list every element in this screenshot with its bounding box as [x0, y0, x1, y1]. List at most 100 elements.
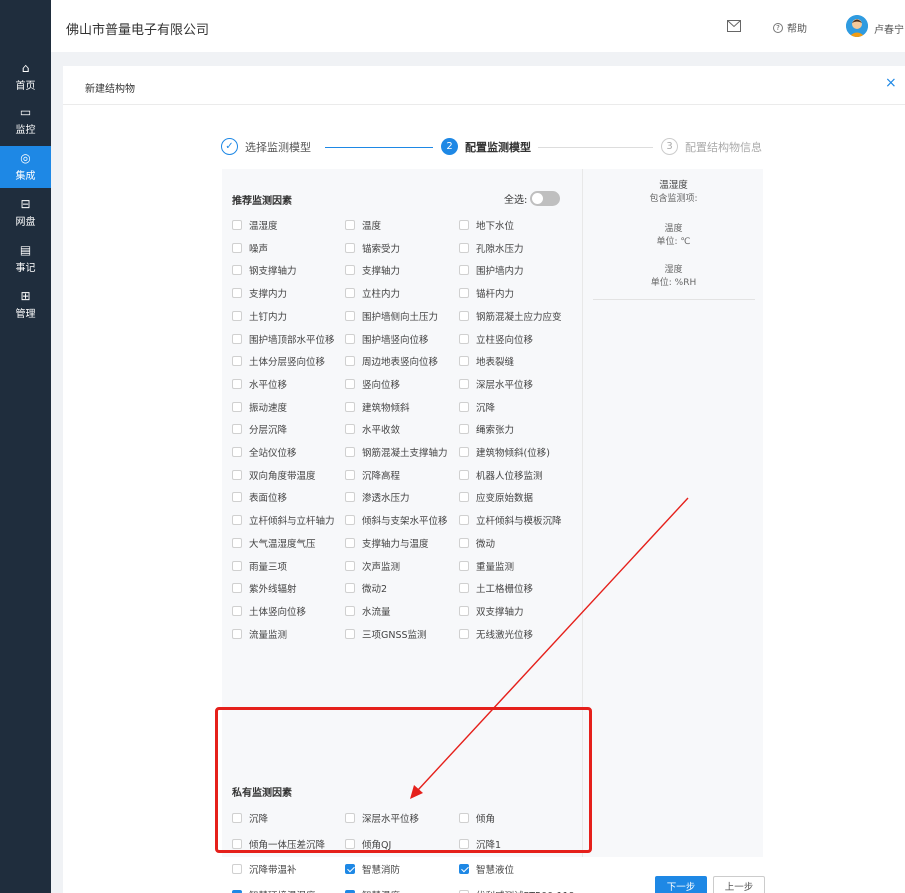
sidebar-item-events[interactable]: ▤ 事记 — [0, 238, 51, 280]
private-factor-checkbox[interactable]: 智慧环境温湿度 — [232, 888, 316, 893]
checkbox-icon[interactable] — [459, 424, 469, 435]
recommended-factor-checkbox[interactable]: 支撑轴力与温度 — [345, 536, 429, 550]
checkbox-icon[interactable] — [232, 583, 242, 594]
checkbox-icon[interactable] — [459, 288, 469, 299]
checked-checkbox-icon[interactable] — [232, 889, 242, 893]
checkbox-icon[interactable] — [232, 333, 242, 344]
private-factor-checkbox[interactable]: 沉降带温补 — [232, 862, 297, 876]
checkbox-icon[interactable] — [232, 356, 242, 367]
private-factor-checkbox[interactable]: 智慧温度 — [345, 888, 400, 893]
close-icon[interactable]: × — [885, 75, 897, 91]
recommended-factor-checkbox[interactable]: 钢筋混凝土应力应变 — [459, 309, 562, 323]
checkbox-icon[interactable] — [459, 242, 469, 253]
checkbox-icon[interactable] — [232, 628, 242, 639]
recommended-factor-checkbox[interactable]: 全站仪位移 — [232, 445, 297, 459]
checkbox-icon[interactable] — [232, 864, 242, 874]
checkbox-icon[interactable] — [459, 628, 469, 639]
recommended-factor-checkbox[interactable]: 次声监测 — [345, 559, 400, 573]
recommended-factor-checkbox[interactable]: 土体分层竖向位移 — [232, 354, 325, 368]
recommended-factor-checkbox[interactable]: 锚索受力 — [345, 241, 400, 255]
checkbox-icon[interactable] — [459, 515, 469, 526]
recommended-factor-checkbox[interactable]: 噪声 — [232, 241, 268, 255]
step-configure-model[interactable]: 2 配置监测模型 — [441, 138, 531, 155]
recommended-factor-checkbox[interactable]: 围护墙内力 — [459, 263, 524, 277]
checkbox-icon[interactable] — [459, 378, 469, 389]
prev-button[interactable]: 上一步 — [713, 876, 765, 893]
checkbox-icon[interactable] — [345, 515, 355, 526]
checkbox-icon[interactable] — [345, 469, 355, 480]
recommended-factor-checkbox[interactable]: 土体竖向位移 — [232, 604, 306, 618]
recommended-factor-checkbox[interactable]: 紫外线辐射 — [232, 581, 297, 595]
recommended-factor-checkbox[interactable]: 钢支撑轴力 — [232, 263, 297, 277]
sidebar-item-monitor[interactable]: ▭ 监控 — [0, 100, 51, 142]
sidebar-item-manage[interactable]: ⊞ 管理 — [0, 284, 51, 326]
checkbox-icon[interactable] — [345, 424, 355, 435]
checkbox-icon[interactable] — [345, 537, 355, 548]
checkbox-icon[interactable] — [232, 469, 242, 480]
checkbox-icon[interactable] — [459, 537, 469, 548]
checkbox-icon[interactable] — [232, 447, 242, 457]
recommended-factor-checkbox[interactable]: 围护墙顶部水平位移 — [232, 332, 335, 346]
select-all-toggle[interactable]: 全选: — [504, 191, 561, 206]
checkbox-icon[interactable] — [232, 310, 242, 321]
checkbox-icon[interactable] — [232, 537, 242, 548]
step-select-model[interactable]: ✓ 选择监测模型 — [221, 138, 311, 155]
recommended-factor-checkbox[interactable]: 沉降高程 — [345, 468, 400, 482]
recommended-factor-checkbox[interactable]: 深层水平位移 — [459, 377, 533, 391]
recommended-factor-checkbox[interactable]: 振动速度 — [232, 400, 287, 414]
checkbox-icon[interactable] — [459, 310, 469, 321]
checkbox-icon[interactable] — [345, 401, 355, 412]
checkbox-icon[interactable] — [345, 310, 355, 321]
avatar[interactable] — [846, 15, 868, 37]
recommended-factor-checkbox[interactable]: 水流量 — [345, 604, 391, 618]
recommended-factor-checkbox[interactable]: 地下水位 — [459, 218, 514, 232]
recommended-factor-checkbox[interactable]: 重量监测 — [459, 559, 514, 573]
checkbox-icon[interactable] — [232, 220, 242, 230]
sidebar-item-integration[interactable]: ◎ 集成 — [0, 146, 51, 188]
user-name[interactable]: 卢春宁 — [874, 21, 904, 36]
checked-checkbox-icon[interactable] — [459, 864, 469, 874]
recommended-factor-checkbox[interactable]: 沉降 — [459, 400, 495, 414]
checkbox-icon[interactable] — [459, 469, 469, 480]
checkbox-icon[interactable] — [232, 265, 242, 276]
checkbox-icon[interactable] — [459, 220, 469, 230]
recommended-factor-checkbox[interactable]: 双向角度带温度 — [232, 468, 316, 482]
checkbox-icon[interactable] — [345, 356, 355, 367]
private-factor-checkbox[interactable]: 智慧消防 — [345, 862, 400, 876]
recommended-factor-checkbox[interactable]: 竖向位移 — [345, 377, 400, 391]
checkbox-icon[interactable] — [345, 265, 355, 276]
checkbox-icon[interactable] — [232, 424, 242, 435]
checkbox-icon[interactable] — [459, 560, 469, 571]
recommended-factor-checkbox[interactable]: 大气温湿度气压 — [232, 536, 316, 550]
mail-icon[interactable] — [727, 20, 741, 32]
checkbox-icon[interactable] — [345, 378, 355, 389]
recommended-factor-checkbox[interactable]: 无线激光位移 — [459, 627, 533, 641]
checkbox-icon[interactable] — [459, 492, 469, 503]
checkbox-icon[interactable] — [232, 560, 242, 571]
checkbox-icon[interactable] — [232, 242, 242, 253]
step-structure-info[interactable]: 3 配置结构物信息 — [661, 138, 762, 155]
checkbox-icon[interactable] — [459, 401, 469, 412]
checkbox-icon[interactable] — [459, 583, 469, 594]
checkbox-icon[interactable] — [232, 378, 242, 389]
recommended-factor-checkbox[interactable]: 围护墙竖向位移 — [345, 332, 429, 346]
recommended-factor-checkbox[interactable]: 锚杆内力 — [459, 286, 514, 300]
checkbox-icon[interactable] — [345, 628, 355, 639]
recommended-factor-checkbox[interactable]: 双支撑轴力 — [459, 604, 524, 618]
checkbox-icon[interactable] — [459, 265, 469, 276]
recommended-factor-checkbox[interactable]: 温度 — [345, 218, 381, 232]
recommended-factor-checkbox[interactable]: 水平收敛 — [345, 422, 400, 436]
checkbox-icon[interactable] — [459, 356, 469, 367]
recommended-factor-checkbox[interactable]: 绳索张力 — [459, 422, 514, 436]
recommended-factor-checkbox[interactable]: 倾斜与支架水平位移 — [345, 513, 448, 527]
checkbox-icon[interactable] — [232, 401, 242, 412]
checkbox-icon[interactable] — [345, 220, 355, 230]
checkbox-icon[interactable] — [345, 447, 355, 457]
recommended-factor-checkbox[interactable]: 围护墙侧向土压力 — [345, 309, 438, 323]
recommended-factor-checkbox[interactable]: 支撑轴力 — [345, 263, 400, 277]
recommended-factor-checkbox[interactable]: 钢筋混凝土支撑轴力 — [345, 445, 448, 459]
sidebar-item-drive[interactable]: ⊟ 网盘 — [0, 192, 51, 234]
next-button[interactable]: 下一步 — [655, 876, 707, 893]
recommended-factor-checkbox[interactable]: 分层沉降 — [232, 422, 287, 436]
recommended-factor-checkbox[interactable]: 雨量三项 — [232, 559, 287, 573]
